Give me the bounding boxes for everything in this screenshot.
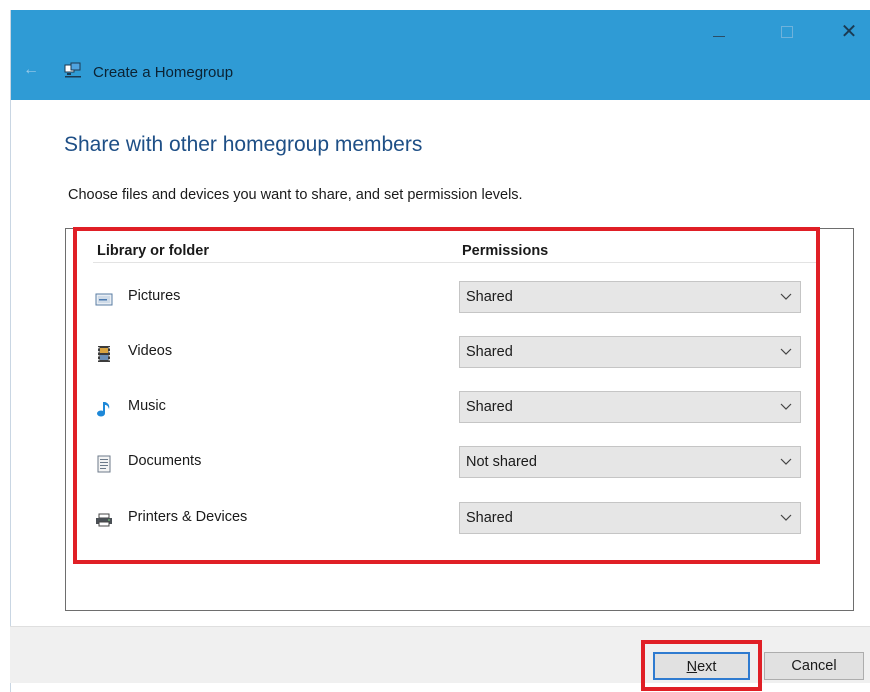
close-button[interactable]: ✕ <box>829 18 869 46</box>
maximize-button[interactable] <box>767 18 807 46</box>
page-heading: Share with other homegroup members <box>64 133 423 156</box>
window-title: Create a Homegroup <box>93 64 234 81</box>
page-description: Choose files and devices you want to sha… <box>68 187 523 203</box>
title-bar: ✕ ← Create a Homegroup <box>11 10 870 100</box>
highlight-box-permissions <box>73 227 820 564</box>
back-arrow-icon[interactable]: ← <box>23 61 39 79</box>
highlight-box-next <box>641 640 762 691</box>
homegroup-icon <box>64 62 81 78</box>
cancel-button[interactable]: Cancel <box>764 652 864 680</box>
minimize-button[interactable] <box>699 18 739 46</box>
